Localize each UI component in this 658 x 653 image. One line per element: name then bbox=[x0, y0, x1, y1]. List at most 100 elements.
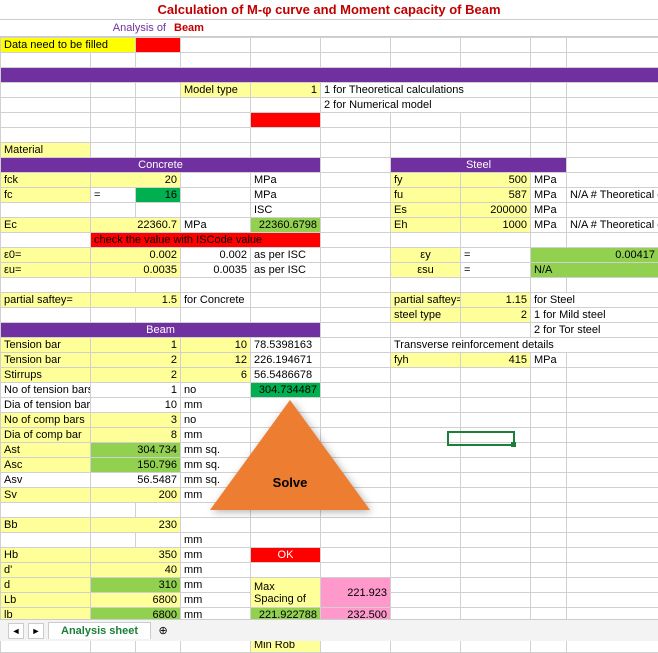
tbar2-calc: 226.194671 bbox=[251, 353, 321, 368]
psafety-steel-value[interactable]: 1.15 bbox=[461, 293, 531, 308]
ey-value: 0.00417 bbox=[531, 248, 658, 263]
ncb-value[interactable]: 3 bbox=[91, 413, 181, 428]
ec-value[interactable]: 22360.7 bbox=[91, 218, 181, 233]
e0-label: ε0= bbox=[1, 248, 91, 263]
fu-note: N/A # Theoretical calculat bbox=[567, 188, 658, 203]
bb-label: Bb bbox=[1, 518, 91, 533]
psafety-steel-label: partial saftey= bbox=[391, 293, 461, 308]
eh-label: Eh bbox=[391, 218, 461, 233]
analysis-value: Beam bbox=[170, 20, 208, 36]
ok-status: OK bbox=[251, 548, 321, 563]
data-label: Data need to be filled bbox=[1, 38, 136, 53]
hb-label: Hb bbox=[1, 548, 91, 563]
analysis-row: Analysis of Beam bbox=[0, 20, 658, 37]
lb-value[interactable]: 6800 bbox=[91, 593, 181, 608]
dtb-value[interactable]: 10 bbox=[91, 398, 181, 413]
spacing-label: Max Spacing of bbox=[251, 578, 321, 608]
check-note: check the value with ISCode value bbox=[91, 233, 321, 248]
fck-unit: MPa bbox=[251, 173, 321, 188]
asc-label: Asc bbox=[1, 458, 91, 473]
stirrups-label: Stirrups bbox=[1, 368, 91, 383]
trans-label: Transverse reinforcement details bbox=[391, 338, 658, 353]
tab-nav-prev[interactable]: ◄ bbox=[8, 623, 24, 639]
dtb-label: Dia of tension bar bbox=[1, 398, 91, 413]
ey-label: εy bbox=[391, 248, 461, 263]
d-label: d bbox=[1, 578, 91, 593]
spreadsheet-grid[interactable]: Data need to be filled Model type11 for … bbox=[0, 37, 658, 653]
hb-note: mm bbox=[181, 548, 251, 563]
ec-unit: MPa bbox=[181, 218, 251, 233]
e0-calc: 0.002 bbox=[181, 248, 251, 263]
e0-note: as per ISC bbox=[251, 248, 321, 263]
eu-label: εu= bbox=[1, 263, 91, 278]
fyh-value[interactable]: 415 bbox=[461, 353, 531, 368]
ec-calc: 22360.6798 bbox=[251, 218, 321, 233]
sheet-tabs: ◄ ► Analysis sheet ⊕ bbox=[0, 619, 658, 641]
eh-note: N/A # Theoretical calculat bbox=[567, 218, 658, 233]
ast-label: Ast bbox=[1, 443, 91, 458]
eh-unit: MPa bbox=[531, 218, 567, 233]
steeltype-value[interactable]: 2 bbox=[461, 308, 531, 323]
ntb-note: no bbox=[181, 383, 251, 398]
psafety-conc-note: for Concrete bbox=[181, 293, 251, 308]
eu-value[interactable]: 0.0035 bbox=[91, 263, 181, 278]
fy-unit: MPa bbox=[531, 173, 567, 188]
esu-label: εsu bbox=[391, 263, 461, 278]
esu-eq: = bbox=[461, 263, 531, 278]
fc-label: fc bbox=[1, 188, 91, 203]
analysis-label: Analysis of bbox=[0, 20, 170, 36]
tbar-calc: 78.5398163 bbox=[251, 338, 321, 353]
sv-value[interactable]: 200 bbox=[91, 488, 181, 503]
fc-eq: = bbox=[91, 188, 136, 203]
ntb-value[interactable]: 1 bbox=[91, 383, 181, 398]
fyh-label: fyh bbox=[391, 353, 461, 368]
fc-value[interactable]: 16 bbox=[136, 188, 181, 203]
fy-value[interactable]: 500 bbox=[461, 173, 531, 188]
bb-note: mm bbox=[181, 533, 251, 548]
fu-unit: MPa bbox=[531, 188, 567, 203]
fck-label: fck bbox=[1, 173, 91, 188]
tab-nav-next[interactable]: ► bbox=[28, 623, 44, 639]
d1-value[interactable]: 40 bbox=[91, 563, 181, 578]
fc-unit: MPa bbox=[251, 188, 321, 203]
tbar2-label: Tension bar bbox=[1, 353, 91, 368]
model-type-value[interactable]: 1 bbox=[251, 83, 321, 98]
e0-value[interactable]: 0.002 bbox=[91, 248, 181, 263]
tbar-n[interactable]: 1 bbox=[91, 338, 181, 353]
tbar2-d[interactable]: 12 bbox=[181, 353, 251, 368]
tbar2-n[interactable]: 2 bbox=[91, 353, 181, 368]
ncb-label: No of comp bars bbox=[1, 413, 91, 428]
stirrups-d[interactable]: 6 bbox=[181, 368, 251, 383]
esu-value: N/A bbox=[531, 263, 658, 278]
es-unit: MPa bbox=[531, 203, 567, 218]
hb-value[interactable]: 350 bbox=[91, 548, 181, 563]
solve-label: Solve bbox=[250, 475, 330, 490]
model-opt1: 1 for Theoretical calculations bbox=[321, 83, 531, 98]
tab-analysis-sheet[interactable]: Analysis sheet bbox=[48, 622, 151, 639]
selected-cell-indicator bbox=[447, 431, 515, 446]
steeltype-opt1: 1 for Mild steel bbox=[531, 308, 658, 323]
bb-value[interactable]: 230 bbox=[91, 518, 181, 533]
d-value: 310 bbox=[91, 578, 181, 593]
steeltype-opt2: 2 for Tor steel bbox=[531, 323, 658, 338]
sv-label: Sv bbox=[1, 488, 91, 503]
tab-add-button[interactable]: ⊕ bbox=[155, 623, 171, 639]
isc-label: ISC bbox=[251, 203, 321, 218]
beam-header: Beam bbox=[1, 323, 321, 338]
tbar-d[interactable]: 10 bbox=[181, 338, 251, 353]
solve-button[interactable] bbox=[210, 400, 370, 510]
tbar-label: Tension bar bbox=[1, 338, 91, 353]
lb-label: Lb bbox=[1, 593, 91, 608]
es-label: Es bbox=[391, 203, 461, 218]
dcb-value[interactable]: 8 bbox=[91, 428, 181, 443]
es-value[interactable]: 200000 bbox=[461, 203, 531, 218]
d1-note: mm bbox=[181, 563, 251, 578]
fu-value[interactable]: 587 bbox=[461, 188, 531, 203]
asv-value: 56.5487 bbox=[91, 473, 181, 488]
stirrups-n[interactable]: 2 bbox=[91, 368, 181, 383]
asv-label: Asv bbox=[1, 473, 91, 488]
spacing-v1: 221.923 bbox=[321, 578, 391, 608]
eh-value[interactable]: 1000 bbox=[461, 218, 531, 233]
psafety-conc-value[interactable]: 1.5 bbox=[91, 293, 181, 308]
fck-value[interactable]: 20 bbox=[91, 173, 181, 188]
